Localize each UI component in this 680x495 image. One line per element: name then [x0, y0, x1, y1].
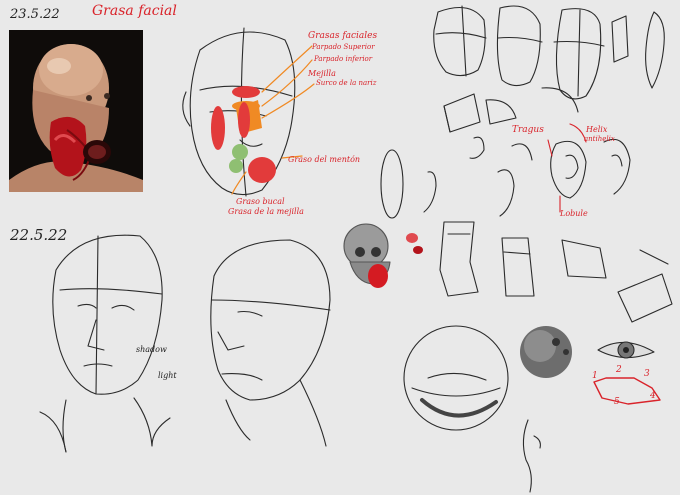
small-heads-sketches — [433, 5, 665, 100]
number-4: 4 — [650, 391, 656, 401]
label-parpado-superior: Parpado Superior — [312, 43, 375, 51]
label-lobule: Lobule — [560, 209, 588, 218]
label-helix: Helix — [586, 125, 608, 134]
label-surco-nariz: Surco de la nariz — [316, 79, 377, 87]
three-quarter-face-sketch — [210, 239, 331, 447]
date-label-middle: 22.5.22 — [10, 226, 68, 244]
label-graso-menton: Graso del mentón — [288, 155, 361, 164]
nose-block-sketches — [439, 221, 673, 323]
number-1: 1 — [592, 371, 598, 381]
jaw-shapes — [443, 87, 579, 133]
label-shadow: shadow — [136, 345, 167, 354]
ear-label-leader-lines — [547, 123, 587, 213]
label-mejilla: Mejilla — [308, 69, 336, 78]
label-tragus: Tragus — [512, 125, 544, 135]
front-face-sketch — [39, 234, 171, 453]
eye-sketch — [597, 341, 655, 359]
profile-sketch — [522, 419, 541, 493]
label-grasas-faciales: Grasas faciales — [308, 31, 378, 41]
label-graso-bucal: Graso bucal — [236, 197, 285, 206]
number-5: 5 — [614, 397, 620, 407]
mouth-on-sphere-sketch — [403, 325, 509, 431]
number-2: 2 — [616, 365, 622, 375]
label-grasa-mejilla: Grasa de la mejilla — [228, 207, 304, 216]
sketch-drawings — [39, 5, 673, 493]
shaded-sphere — [520, 326, 572, 378]
sketch-canvas: 23.5.22 Grasa facial Grasas faciales Par… — [0, 0, 680, 495]
label-light: light — [158, 371, 177, 380]
label-parpado-inferior: Parpado inferior — [314, 55, 373, 63]
main-title: Grasa facial — [92, 3, 177, 19]
ear-sketches — [380, 136, 631, 219]
date-label-top: 23.5.22 — [10, 7, 60, 22]
number-3: 3 — [644, 369, 650, 379]
label-antihelix: antihelix — [584, 135, 615, 143]
